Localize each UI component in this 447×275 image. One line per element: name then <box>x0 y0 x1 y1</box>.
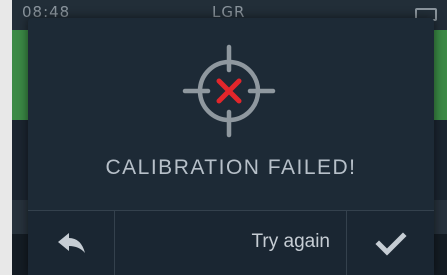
checkmark-icon <box>375 231 407 256</box>
dialog-button-bar: Try again <box>28 210 434 275</box>
calibration-target-failed-icon <box>182 44 276 138</box>
dialog-message: CALIBRATION FAILED! <box>105 156 357 179</box>
try-again-label: Try again <box>251 231 331 252</box>
back-arrow-icon <box>58 232 85 253</box>
confirm-button[interactable] <box>346 211 435 275</box>
device-screen: 08:48 LGR CALIBRATION FAILED! Try again <box>12 0 447 275</box>
calibration-dialog: CALIBRATION FAILED! Try again <box>28 18 434 275</box>
try-again-button[interactable]: Try again <box>115 211 346 275</box>
back-button[interactable] <box>28 211 115 275</box>
